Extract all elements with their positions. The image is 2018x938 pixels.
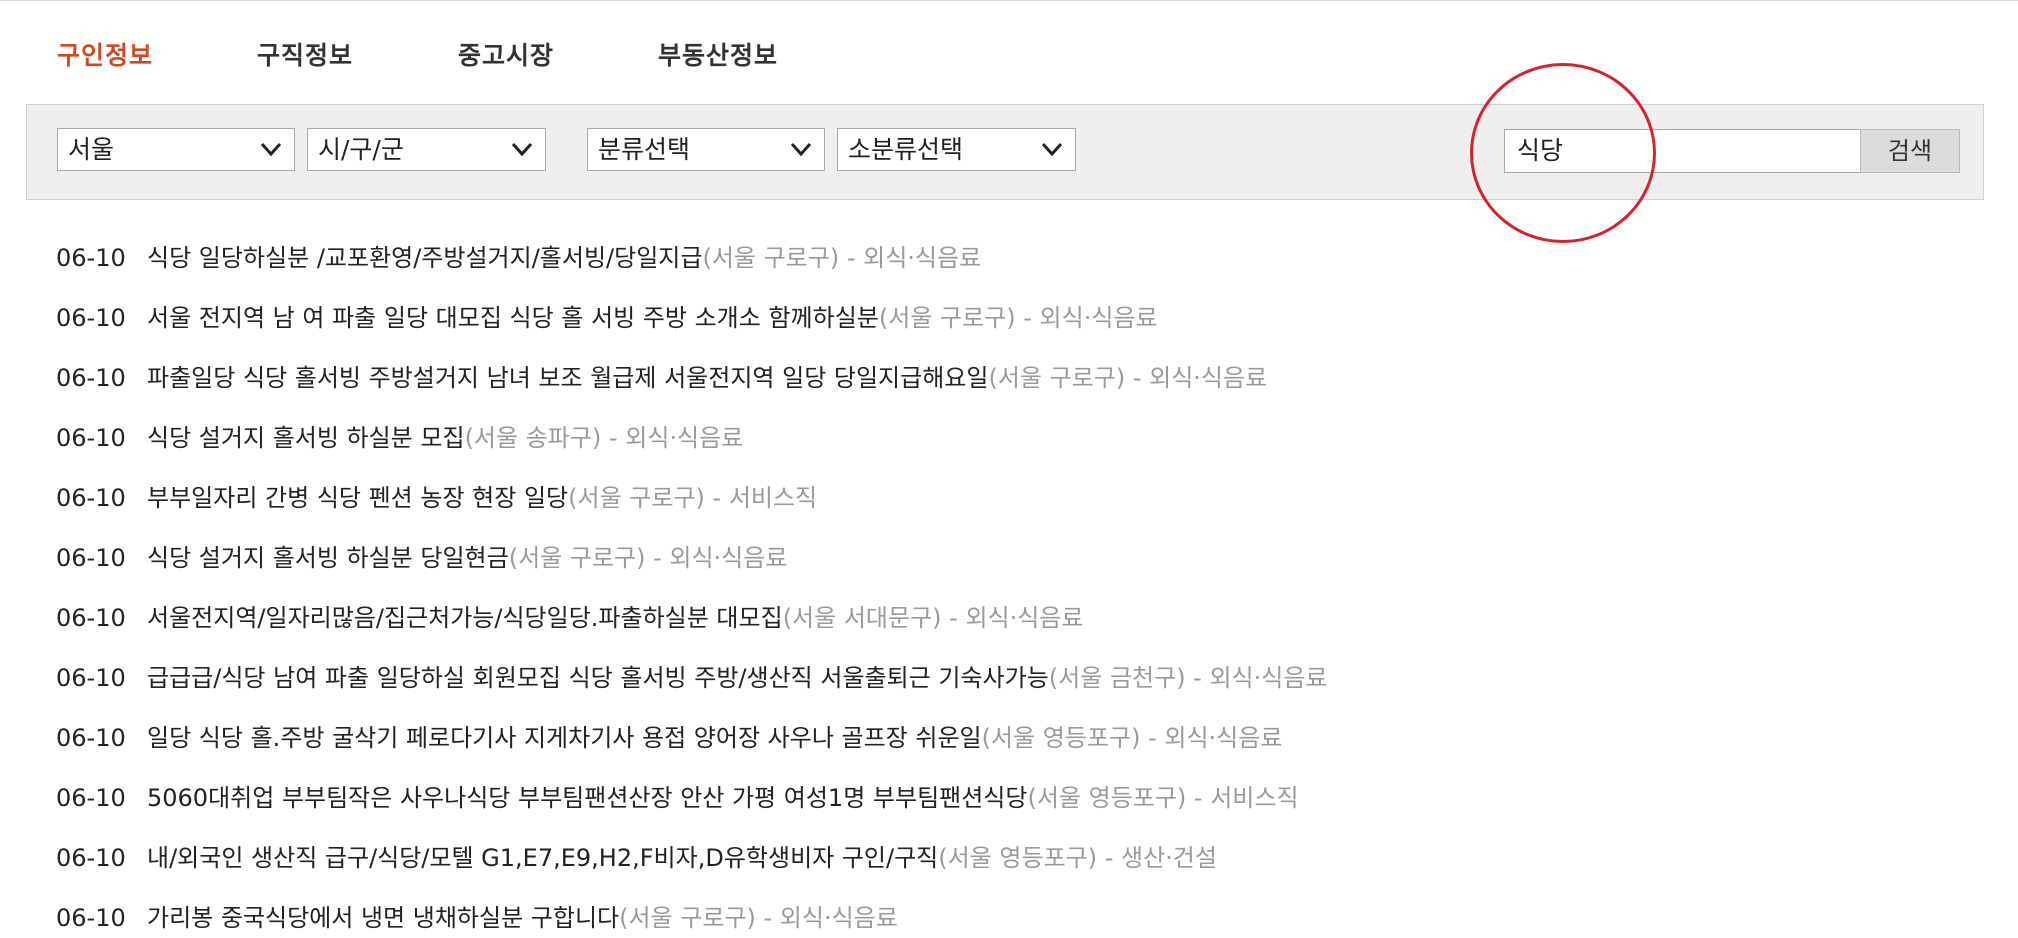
list-item-date: 06-10 [56,784,126,812]
chevron-down-icon [1041,142,1063,157]
list-item-title[interactable]: 부부일자리 간병 식당 펜션 농장 현장 일당 [147,484,568,512]
tab-job-offers[interactable]: 구인정보 [57,36,153,72]
list-item-title[interactable]: 서울전지역/일자리많음/집근처가능/식당일당.파출하실분 대모집 [147,604,783,632]
list-item-meta: (서울 구로구) - 외식·식음료 [988,364,1268,392]
chevron-down-icon [790,142,812,157]
chevron-down-icon [511,142,533,157]
subcategory-select[interactable]: 소분류선택 [837,128,1076,171]
list-item-meta: (서울 구로구) - 서비스직 [568,484,818,512]
list-item-title[interactable]: 서울 전지역 남 여 파출 일당 대모집 식당 홀 서빙 주방 소개소 함께하실… [147,304,879,332]
tab-real-estate[interactable]: 부동산정보 [658,36,778,72]
list-item-date: 06-10 [56,304,126,332]
subcategory-select-value: 소분류선택 [848,135,964,164]
list-item-meta: (서울 구로구) - 외식·식음료 [619,904,898,932]
list-item-meta: (서울 금천구) - 외식·식음료 [1048,664,1328,692]
tab-job-seekers[interactable]: 구직정보 [257,36,353,72]
search-panel: 서울 시/구/군 분류선택 소분류선택 식당 검색 [26,104,1984,200]
tab-used-market[interactable]: 중고시장 [458,36,554,72]
chevron-down-icon [260,142,282,157]
list-item-date: 06-10 [56,424,126,452]
list-item-date: 06-10 [56,604,126,632]
list-item-title[interactable]: 급급급/식당 남여 파출 일당하실 회원모집 식당 홀서빙 주방/생산직 서울출… [147,664,1049,692]
list-item-title[interactable]: 일당 식당 홀.주방 굴삭기 페로다기사 지게차기사 용접 양어장 사우나 골프… [147,724,982,752]
list-item-meta: (서울 구로구) - 외식·식음료 [508,544,788,572]
list-item-date: 06-10 [56,244,126,272]
top-border [0,0,2018,1]
list-item-meta: (서울 구로구) - 외식·식음료 [878,304,1158,332]
list-item-title[interactable]: 내/외국인 생산직 급구/식당/모텔 G1,E7,E9,H2,F비자,D유학생비… [147,844,938,872]
list-item-meta: (서울 영등포구) - 생산·건설 [938,844,1217,872]
district-select-value: 시/구/군 [318,135,404,164]
keyword-search-input[interactable]: 식당 [1504,129,1861,173]
region-select-value: 서울 [68,135,115,164]
list-item-date: 06-10 [56,724,126,752]
category-select[interactable]: 분류선택 [587,128,825,171]
district-select[interactable]: 시/구/군 [307,128,546,171]
search-button[interactable]: 검색 [1860,129,1960,173]
list-item-title[interactable]: 파출일당 식당 홀서빙 주방설거지 남녀 보조 월급제 서울전지역 일당 당일지… [147,364,988,392]
list-item-title[interactable]: 식당 설거지 홀서빙 하실분 모집 [147,424,465,452]
list-item-meta: (서울 구로구) - 외식·식음료 [702,244,982,272]
list-item-date: 06-10 [56,844,126,872]
list-item-title[interactable]: 5060대취업 부부팀작은 사우나식당 부부팀팬션산장 안산 가평 여성1명 부… [147,784,1027,812]
list-item-date: 06-10 [56,364,126,392]
list-item-title[interactable]: 가리봉 중국식당에서 냉면 냉채하실분 구합니다 [147,904,619,932]
list-item-date: 06-10 [56,484,126,512]
list-item-meta: (서울 서대문구) - 외식·식음료 [782,604,1084,632]
list-item-meta: (서울 송파구) - 외식·식음료 [464,424,744,452]
list-item-date: 06-10 [56,664,126,692]
list-item-date: 06-10 [56,904,126,932]
region-select[interactable]: 서울 [57,128,295,171]
category-select-value: 분류선택 [598,135,691,164]
list-item-meta: (서울 영등포구) - 서비스직 [1027,784,1299,812]
list-item-title[interactable]: 식당 일당하실분 /교포환영/주방설거지/홀서빙/당일지급 [147,244,702,272]
list-item-title[interactable]: 식당 설거지 홀서빙 하실분 당일현금 [147,544,509,572]
list-item-meta: (서울 영등포구) - 외식·식음료 [981,724,1283,752]
list-item-date: 06-10 [56,544,126,572]
